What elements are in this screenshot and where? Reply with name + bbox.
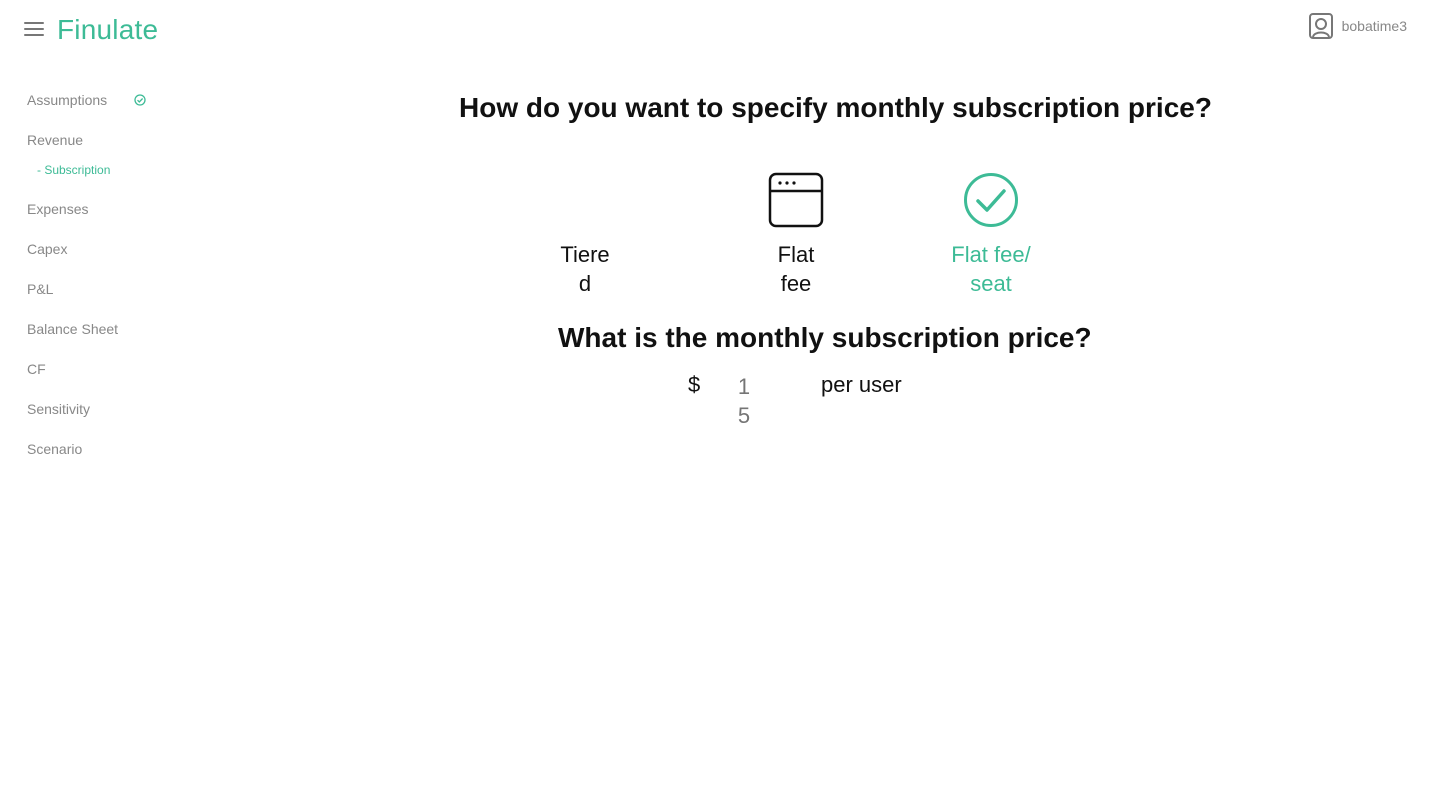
- sidebar-item-balance-sheet[interactable]: Balance Sheet: [27, 321, 118, 337]
- currency-symbol: $: [688, 372, 701, 397]
- price-question: What is the monthly subscription price?: [558, 322, 1092, 353]
- option-label: Tiered: [560, 242, 610, 296]
- main-content: How do you want to specify monthly subsc…: [220, 0, 1370, 810]
- sidebar-item-label: Balance Sheet: [27, 321, 119, 337]
- sidebar-item-label: Scenario: [27, 441, 83, 457]
- sidebar-item-label: Expenses: [27, 201, 89, 217]
- sidebar-item-assumptions[interactable]: Assumptions: [27, 92, 146, 108]
- sidebar-item-expenses[interactable]: Expenses: [27, 201, 88, 217]
- sidebar-item-pnl[interactable]: P&L: [27, 281, 53, 297]
- sidebar-item-label: Assumptions: [27, 92, 108, 108]
- option-label: Flat fee/ seat: [951, 242, 1031, 296]
- sidebar-item-label: Sensitivity: [27, 401, 91, 417]
- sidebar-item-revenue[interactable]: Revenue: [27, 132, 83, 148]
- sidebar-subitem-subscription[interactable]: - Subscription: [37, 163, 110, 177]
- sidebar-item-label: Capex: [27, 241, 68, 257]
- sidebar-item-label: Revenue: [27, 132, 84, 148]
- browser-window-icon: [768, 172, 824, 228]
- price-input[interactable]: [732, 372, 756, 430]
- hamburger-icon[interactable]: [24, 22, 44, 40]
- sidebar-item-label: CF: [27, 361, 46, 377]
- option-flat-fee[interactable]: Flat fee: [766, 172, 826, 298]
- check-circle-icon: [964, 173, 1018, 227]
- sidebar-item-sensitivity[interactable]: Sensitivity: [27, 401, 90, 417]
- pricing-method-question: How do you want to specify monthly subsc…: [459, 92, 1212, 123]
- sidebar-item-cf[interactable]: CF: [27, 361, 46, 377]
- sidebar-item-capex[interactable]: Capex: [27, 241, 67, 257]
- option-flat-fee-per-seat[interactable]: Flat fee/ seat: [938, 172, 1044, 298]
- option-label: Flat fee: [777, 242, 815, 296]
- sidebar-item-label: P&L: [27, 281, 54, 297]
- unit-label: per user: [821, 372, 902, 397]
- check-circle-icon: [134, 94, 146, 106]
- brand-logo[interactable]: Finulate: [57, 14, 158, 46]
- option-tiered[interactable]: Tiered: [555, 172, 615, 298]
- sidebar-item-scenario[interactable]: Scenario: [27, 441, 82, 457]
